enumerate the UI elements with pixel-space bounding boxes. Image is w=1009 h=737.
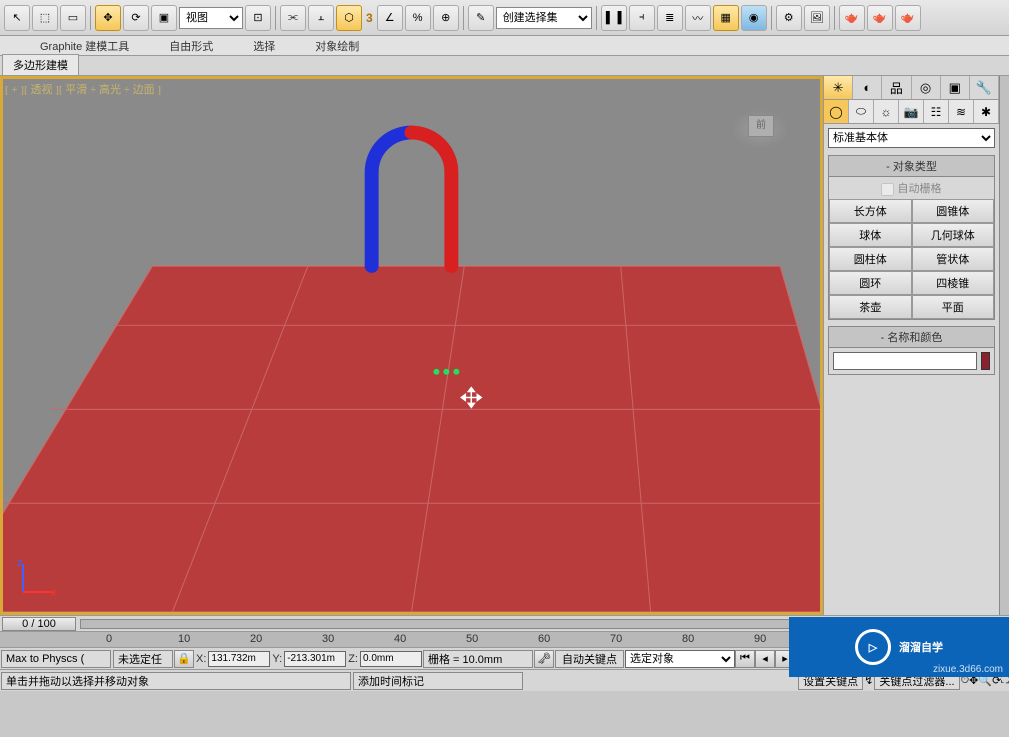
snap-toggle-icon[interactable]: ⬡ (336, 5, 362, 31)
prompize-height: 单击并拖动以选择并移动对象 (1, 672, 351, 690)
ribbon-subtabs: 多边形建模 (0, 56, 1009, 76)
plane-button[interactable]: 平面 (912, 295, 995, 319)
goto-start-icon[interactable]: ⏮ (735, 650, 755, 668)
color-swatch[interactable] (981, 352, 990, 370)
script-listener[interactable]: Max to Physcs ( (1, 650, 111, 668)
pyramid-button[interactable]: 四棱锥 (912, 271, 995, 295)
move-icon[interactable]: ✥ (95, 5, 121, 31)
utilities-tab-icon[interactable]: 🔧 (970, 76, 999, 99)
viewcube[interactable]: 前 (730, 109, 790, 149)
panel-scroll[interactable] (999, 76, 1009, 615)
rollout-objtype[interactable]: 对象类型 (829, 156, 994, 177)
schematic-icon[interactable]: ▦ (713, 5, 739, 31)
x-coord-input[interactable] (208, 651, 270, 667)
key-filter-dropdown[interactable]: 选定对象 (625, 650, 735, 668)
curve-editor-icon[interactable]: 〰 (685, 5, 711, 31)
add-time-tag[interactable]: 添加时间标记 (353, 672, 523, 690)
angle-snap-icon[interactable]: ∠ (377, 5, 403, 31)
select-region-icon[interactable]: ⬚ (32, 5, 58, 31)
mirror-icon[interactable]: ▌▐ (601, 5, 627, 31)
render-preset-icon[interactable]: 🫖 (867, 5, 893, 31)
rollout-namecolor[interactable]: 名称和颜色 (829, 327, 994, 348)
shapes-icon[interactable]: ⬭ (849, 100, 874, 123)
cone-button[interactable]: 圆锥体 (912, 199, 995, 223)
hierarchy-tab-icon[interactable]: 品 (882, 76, 911, 99)
ribbon-graphite[interactable]: Graphite 建模工具 (40, 38, 129, 54)
perspective-viewport[interactable]: [ + ][ 透视 ][ 平滑 + 高光 + 边面 ] (0, 76, 823, 615)
play-logo-icon: ▷ (855, 629, 891, 665)
spacewarps-icon[interactable]: ≋ (949, 100, 974, 123)
teapot-button[interactable]: 茶壶 (829, 295, 912, 319)
viewport-scene (3, 93, 820, 612)
material-editor-icon[interactable]: ◉ (741, 5, 767, 31)
percent-snap-icon[interactable]: % (405, 5, 431, 31)
helpers-icon[interactable]: ☷ (924, 100, 949, 123)
autogrid-checkbox (881, 183, 894, 196)
watermark-badge: ▷ 溜溜自学 zixue.3d66.com (789, 617, 1009, 677)
selection-status: 未选定任 (113, 650, 173, 668)
svg-text:x: x (51, 587, 57, 598)
frame-slider[interactable]: 0 / 100 (2, 617, 76, 631)
main-toolbar: ↖ ⬚ ▭ ✥ ⟳ ▣ 视图 ⊡ ⫘ ⫠ ⬡ 3 ∠ % ⊕ ✎ 创建选择集 ▌… (0, 0, 1009, 36)
cylinder-button[interactable]: 圆柱体 (829, 247, 912, 271)
sphere-button[interactable]: 球体 (829, 223, 912, 247)
named-selset-dropdown[interactable]: 创建选择集 (496, 7, 592, 29)
unlink-icon[interactable]: ⫠ (308, 5, 334, 31)
align-icon[interactable]: ⫞ (629, 5, 655, 31)
use-pivot-icon[interactable]: ⊡ (245, 5, 271, 31)
geosphere-button[interactable]: 几何球体 (912, 223, 995, 247)
cameras-icon[interactable]: 📷 (899, 100, 924, 123)
lights-icon[interactable]: ☼ (874, 100, 899, 123)
ribbon-tabs: Graphite 建模工具 自由形式 选择 对象绘制 (0, 36, 1009, 56)
autokey-button[interactable]: 自动关键点 (555, 650, 624, 668)
teapot-icon[interactable]: 🫖 (895, 5, 921, 31)
svg-text:z: z (17, 558, 23, 569)
box-button[interactable]: 长方体 (829, 199, 912, 223)
object-name-input[interactable] (833, 352, 977, 370)
z-coord-input[interactable] (360, 651, 422, 667)
lock-selection-icon[interactable]: 🔒 (174, 650, 194, 668)
ref-coord-dropdown[interactable]: 视图 (179, 7, 243, 29)
grid-readout: 栅格 = 10.0mm (423, 650, 533, 668)
scale-icon[interactable]: ▣ (151, 5, 177, 31)
prev-frame-icon[interactable]: ◂ (755, 650, 775, 668)
y-coord-input[interactable] (284, 651, 346, 667)
axis-tripod: zx (17, 558, 57, 598)
quick-render-icon[interactable]: 🫖 (839, 5, 865, 31)
select-rect-icon[interactable]: ▭ (60, 5, 86, 31)
ribbon-freeform[interactable]: 自由形式 (169, 38, 213, 54)
key-mode-icon[interactable]: 🗝 (534, 650, 554, 668)
create-tab-icon[interactable]: ✳ (824, 76, 853, 99)
cursor-icon[interactable]: ↖ (4, 5, 30, 31)
spinner-snap-icon[interactable]: ⊕ (433, 5, 459, 31)
command-panel: ✳ ◐ 品 ◎ ▣ 🔧 ◯ ⬭ ☼ 📷 ☷ ≋ ✱ 标准基本体 对象类型 自动栅… (823, 76, 999, 615)
motion-tab-icon[interactable]: ◎ (912, 76, 941, 99)
modify-tab-icon[interactable]: ◐ (853, 76, 882, 99)
geometry-icon[interactable]: ◯ (824, 100, 849, 123)
torus-button[interactable]: 圆环 (829, 271, 912, 295)
ribbon-select[interactable]: 选择 (253, 38, 275, 54)
named-sel-edit-icon[interactable]: ✎ (468, 5, 494, 31)
display-tab-icon[interactable]: ▣ (941, 76, 970, 99)
tube-button[interactable]: 管状体 (912, 247, 995, 271)
tab-polymodel[interactable]: 多边形建模 (2, 54, 79, 75)
render-frame-icon[interactable]: 🖼 (804, 5, 830, 31)
ribbon-objpaint[interactable]: 对象绘制 (315, 38, 359, 54)
category-dropdown[interactable]: 标准基本体 (828, 128, 995, 148)
snap-spinner[interactable]: 3 (364, 11, 375, 25)
render-setup-icon[interactable]: ⚙ (776, 5, 802, 31)
rotate-icon[interactable]: ⟳ (123, 5, 149, 31)
layers-icon[interactable]: ≣ (657, 5, 683, 31)
select-link-icon[interactable]: ⫘ (280, 5, 306, 31)
autogrid-row: 自动栅格 (829, 177, 994, 199)
systems-icon[interactable]: ✱ (974, 100, 999, 123)
